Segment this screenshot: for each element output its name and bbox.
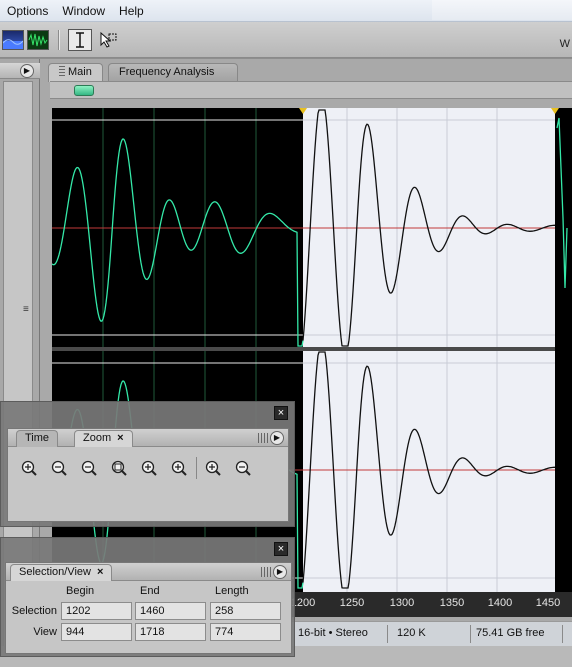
marquee-selection-tool[interactable] <box>96 29 120 51</box>
status-file-size: 120 K <box>397 627 426 639</box>
zoom-in-vertical-button[interactable] <box>202 457 224 479</box>
zoom-in-right-button[interactable] <box>168 457 190 479</box>
zoom-out-amplitude-button[interactable] <box>48 457 70 479</box>
waveform-icon <box>28 33 48 47</box>
zoom-button-separator <box>196 457 197 479</box>
workspace-label: W <box>559 38 570 50</box>
zoom-out-amplitude-icon <box>51 460 67 476</box>
selection-length-field[interactable]: 258 <box>210 602 281 620</box>
close-icon[interactable]: × <box>274 406 288 420</box>
zoom-out-vertical-icon <box>235 460 251 476</box>
zoom-panel-tabs: Time Zoom × ▶ <box>8 429 288 447</box>
menu-window[interactable]: Window <box>55 4 112 18</box>
toolbar: W <box>0 22 572 58</box>
overview-scrollbar[interactable] <box>50 81 572 99</box>
view-end-field[interactable]: 1718 <box>135 623 206 641</box>
main-tabs: Main Frequency Analysis <box>44 61 572 83</box>
left-dock-header: ▶ <box>0 63 40 79</box>
left-dock-menu-button[interactable]: ▶ <box>20 64 34 78</box>
zoom-to-selection-button[interactable] <box>108 457 130 479</box>
ruler-tick-label: 1250 <box>339 597 365 609</box>
menu-bar: Options Window Help <box>0 0 572 22</box>
header-begin: Begin <box>66 585 95 597</box>
tab-selection-view[interactable]: Selection/View × <box>10 564 113 581</box>
panel-menu-button[interactable]: ▶ <box>273 565 287 579</box>
zoom-in-vertical-icon <box>205 460 221 476</box>
selection-begin-field[interactable]: 1202 <box>61 602 132 620</box>
i-beam-icon <box>76 32 84 48</box>
ruler-tick-label: 1400 <box>487 597 513 609</box>
zoom-in-left-icon <box>141 460 157 476</box>
menu-bar-blank <box>432 0 572 20</box>
status-separator <box>562 625 563 643</box>
selection-view-panel: Selection/View × ▶ Begin End Length Selec… <box>5 562 292 654</box>
view-length-field[interactable]: 774 <box>210 623 281 641</box>
status-format: 16-bit • Stereo <box>298 627 368 639</box>
tab-selection-view-label: Selection/View <box>19 566 91 578</box>
tab-grip-icon <box>59 66 65 76</box>
row-label-selection: Selection <box>11 605 57 617</box>
zoom-out-full-icon <box>81 460 97 476</box>
zoom-in-right-icon <box>171 460 187 476</box>
time-selection-tool[interactable] <box>68 29 92 51</box>
zoom-floating-window[interactable]: × Time Zoom × ▶ <box>0 401 295 527</box>
zoom-panel: Time Zoom × ▶ <box>7 428 289 522</box>
zoom-in-left-button[interactable] <box>138 457 160 479</box>
toolbar-separator <box>58 30 60 50</box>
status-separator <box>470 625 471 643</box>
tab-main-label: Main <box>68 66 92 78</box>
selection-view-floating-window[interactable]: × Selection/View × ▶ Begin End Length Sel… <box>0 537 295 657</box>
panel-grip-icon[interactable] <box>258 433 268 443</box>
ruler-tick-label: 1350 <box>439 597 465 609</box>
zoom-in-amplitude-icon <box>21 460 37 476</box>
tab-main[interactable]: Main <box>48 63 103 82</box>
channel-divider <box>52 347 572 351</box>
status-separator <box>387 625 388 643</box>
close-tab-icon[interactable]: × <box>97 566 103 578</box>
row-label-view: View <box>33 626 57 638</box>
selection-view-tabs: Selection/View × ▶ <box>6 563 291 581</box>
close-tab-icon[interactable]: × <box>117 432 123 444</box>
status-free-space: 75.41 GB free <box>476 627 545 639</box>
waveform-view-button[interactable] <box>27 30 49 50</box>
resize-grip-icon[interactable]: ≡ <box>23 304 29 315</box>
selection-end-field[interactable]: 1460 <box>135 602 206 620</box>
marquee-arrow-icon <box>100 31 117 48</box>
close-icon[interactable]: × <box>274 542 288 556</box>
tab-zoom-label: Zoom <box>83 432 112 444</box>
spectral-icon <box>2 39 24 49</box>
zoom-out-full-button[interactable] <box>78 457 100 479</box>
header-length: Length <box>215 585 249 597</box>
panel-menu-button[interactable]: ▶ <box>270 431 284 445</box>
tab-frequency-analysis-label: Frequency Analysis <box>119 66 215 78</box>
tab-frequency-analysis[interactable]: Frequency Analysis <box>108 63 238 82</box>
tab-time[interactable]: Time <box>16 430 59 447</box>
menu-options[interactable]: Options <box>0 4 55 18</box>
zoom-out-vertical-button[interactable] <box>232 457 254 479</box>
tab-zoom[interactable]: Zoom × <box>74 430 133 447</box>
spectral-view-button[interactable] <box>2 30 24 50</box>
header-end: End <box>140 585 160 597</box>
ruler-tick-label: 1450 <box>535 597 561 609</box>
ruler-tick-label: 1300 <box>389 597 415 609</box>
tab-time-label: Time <box>25 432 50 444</box>
panel-grip-icon[interactable] <box>261 567 271 577</box>
overview-scroll-thumb[interactable] <box>74 85 94 96</box>
zoom-in-amplitude-button[interactable] <box>18 457 40 479</box>
zoom-to-selection-icon <box>111 460 127 476</box>
waveform-after-selection <box>555 108 572 592</box>
view-begin-field[interactable]: 944 <box>61 623 132 641</box>
menu-help[interactable]: Help <box>112 4 151 18</box>
